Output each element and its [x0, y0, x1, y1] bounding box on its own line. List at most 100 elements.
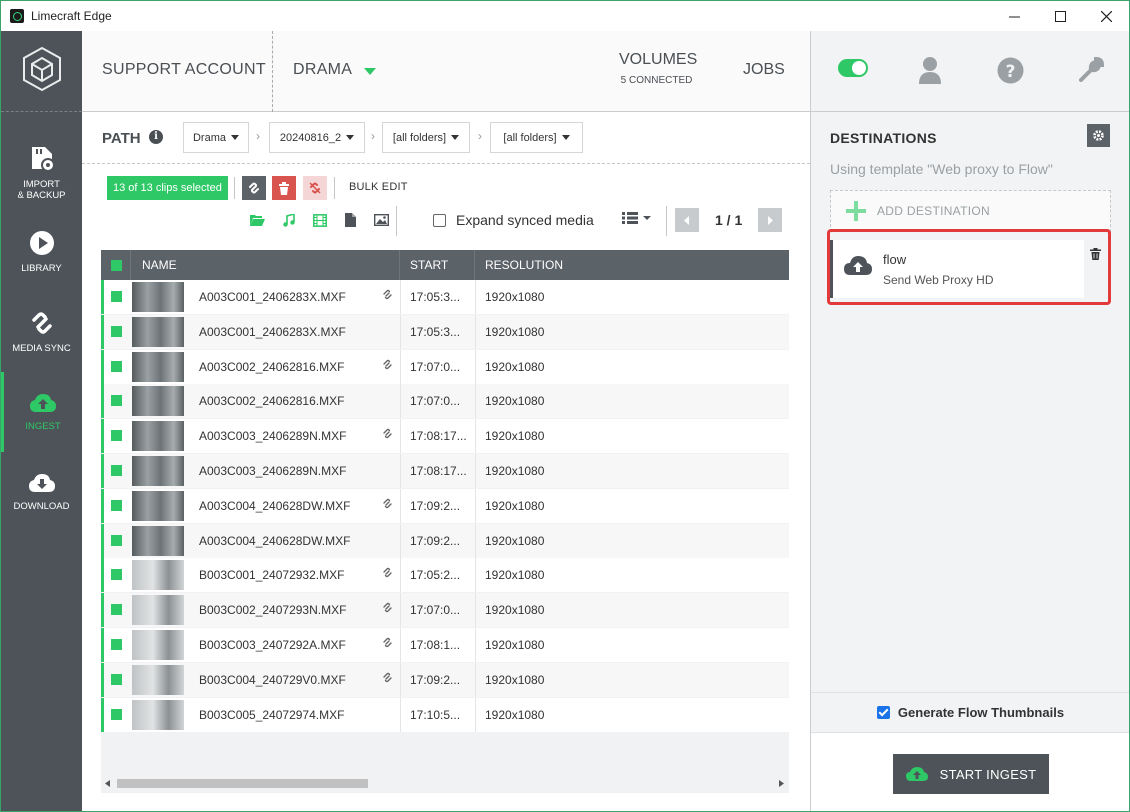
row-checkbox[interactable]: [111, 708, 122, 720]
next-page-button[interactable]: [758, 208, 782, 232]
toolbar-divider: [666, 206, 667, 236]
nav-label-media-sync: MEDIA SYNC: [12, 343, 71, 354]
filter-video[interactable]: [304, 211, 335, 229]
film-icon: [312, 213, 327, 227]
column-resolution[interactable]: RESOLUTION: [475, 250, 789, 280]
clip-resolution: 1920x1080: [485, 638, 545, 652]
start-ingest-area: START INGEST: [811, 732, 1129, 811]
nav-label-ingest: INGEST: [25, 421, 61, 432]
table-row[interactable]: A003C002_24062816.MXF 17:07:0... 1920x1080: [101, 349, 789, 384]
table-row[interactable]: B003C005_24072974.MXF 17:10:5... 1920x1080: [101, 697, 789, 732]
table-row[interactable]: B003C003_2407292A.MXF 17:08:1... 1920x1080: [101, 628, 789, 662]
scroll-thumb[interactable]: [117, 779, 368, 788]
link-clips-button[interactable]: [242, 176, 266, 200]
row-checkbox[interactable]: [111, 395, 122, 407]
horizontal-scrollbar[interactable]: [101, 776, 789, 790]
row-checkbox[interactable]: [111, 639, 122, 650]
row-checkbox[interactable]: [111, 325, 122, 337]
clip-name: B003C005_24072974.MXF: [199, 707, 345, 722]
nav-ingest[interactable]: INGEST: [1, 372, 82, 452]
filter-image[interactable]: [366, 211, 397, 229]
row-checkbox[interactable]: [111, 673, 122, 685]
chevron-down-icon[interactable]: [364, 68, 376, 75]
minimize-button[interactable]: [991, 1, 1037, 31]
help-icon[interactable]: ?: [997, 57, 1024, 84]
column-divider: [475, 314, 476, 349]
project-selector[interactable]: DRAMA: [293, 61, 352, 79]
column-name[interactable]: NAME: [131, 250, 400, 280]
row-checkbox[interactable]: [111, 360, 122, 372]
start-ingest-button[interactable]: START INGEST: [893, 754, 1049, 794]
delete-clips-button[interactable]: [272, 176, 296, 200]
filter-document[interactable]: [335, 211, 366, 229]
row-checkbox[interactable]: [111, 465, 122, 476]
clip-start: 17:10:5...: [410, 707, 461, 722]
link-icon: [382, 637, 393, 651]
table-row[interactable]: A003C004_240628DW.MXF 17:09:2... 1920x1080: [101, 523, 789, 558]
jobs-button[interactable]: JOBS: [743, 61, 785, 79]
nav-download[interactable]: DOWNLOAD: [1, 452, 82, 532]
column-start[interactable]: START: [400, 250, 475, 280]
unlink-clips-button[interactable]: [303, 176, 327, 200]
nav-label-download: DOWNLOAD: [13, 501, 70, 512]
table-row[interactable]: A003C003_2406289N.MXF 17:08:17... 1920x108…: [101, 454, 789, 488]
filter-audio[interactable]: [273, 211, 304, 229]
nav-media-sync[interactable]: MEDIA SYNC: [1, 292, 82, 372]
filter-folder[interactable]: [242, 211, 273, 229]
bulk-edit-button[interactable]: BULK EDIT: [349, 181, 408, 193]
user-icon[interactable]: [918, 56, 942, 84]
select-all-checkbox[interactable]: [111, 260, 122, 271]
nav-import-backup[interactable]: IMPORT & BACKUP: [1, 132, 82, 212]
generate-thumbnails-option[interactable]: Generate Flow Thumbnails: [811, 692, 1129, 732]
table-row[interactable]: A003C001_2406283X.MXF 17:05:3... 1920x1080: [101, 314, 789, 349]
table-row[interactable]: B003C002_2407293N.MXF 17:07:0... 1920x1080: [101, 593, 789, 628]
generate-thumbnails-checkbox[interactable]: [876, 706, 890, 719]
table-row[interactable]: A003C004_240628DW.MXF 17:09:2... 1920x1080: [101, 488, 789, 523]
column-divider: [400, 280, 401, 314]
wrench-icon[interactable]: [1077, 56, 1105, 84]
brand-logo[interactable]: [1, 31, 82, 112]
row-checkbox[interactable]: [111, 569, 122, 581]
clip-thumbnail: [132, 456, 184, 486]
table-row[interactable]: A003C003_2406289N.MXF 17:08:17... 1920x108…: [101, 419, 789, 454]
row-checkbox[interactable]: [111, 604, 122, 616]
destination-settings-button[interactable]: [1087, 124, 1110, 147]
table-row[interactable]: B003C001_24072932.MXF 17:05:2... 1920x1080: [101, 558, 789, 593]
online-toggle[interactable]: [838, 59, 868, 77]
app-logo-icon: [10, 9, 24, 23]
link-icon: [382, 498, 393, 512]
crumb-folder-2-label: [all folders]: [503, 131, 557, 144]
clip-start: 17:09:2...: [410, 533, 461, 548]
close-button[interactable]: [1083, 1, 1129, 31]
row-checkbox[interactable]: [111, 430, 122, 442]
clip-start: 17:08:17...: [410, 429, 467, 444]
crumb-folder-2[interactable]: [all folders]: [490, 122, 583, 153]
crumb-folder-1[interactable]: [all folders]: [382, 122, 470, 153]
info-icon[interactable]: i: [149, 130, 163, 144]
select-all-cell[interactable]: [101, 250, 131, 280]
clip-thumbnail: [132, 560, 184, 591]
table-row[interactable]: A003C002_24062816.MXF 17:07:0... 1920x1080: [101, 384, 789, 419]
crumb-volume[interactable]: 20240816_2: [269, 122, 365, 153]
crumb-project[interactable]: Drama: [183, 122, 249, 153]
table-row[interactable]: A003C001_2406283X.MXF 17:05:3... 1920x1080: [101, 280, 789, 314]
link-icon: [382, 359, 393, 373]
nav-label-library: LIBRARY: [21, 263, 62, 274]
selection-badge[interactable]: 13 of 13 clips selected: [107, 176, 228, 200]
cloud-download-icon: [28, 474, 55, 492]
account-selector[interactable]: SUPPORT ACCOUNT: [102, 61, 266, 79]
row-checkbox[interactable]: [111, 291, 122, 302]
expand-synced-checkbox[interactable]: [433, 213, 446, 227]
nav-library[interactable]: LIBRARY: [1, 212, 82, 292]
prev-page-button[interactable]: [675, 208, 699, 232]
row-checkbox[interactable]: [111, 534, 122, 546]
table-row[interactable]: B003C004_240729V0.MXF 17:09:2... 1920x1080: [101, 662, 789, 697]
maximize-button[interactable]: [1037, 1, 1083, 31]
view-mode-menu[interactable]: [622, 212, 652, 224]
clip-start: 17:05:3...: [410, 324, 461, 339]
add-destination-button[interactable]: ADD DESTINATION: [830, 190, 1111, 232]
volumes-button[interactable]: VOLUMES: [619, 51, 697, 69]
clip-thumbnail: [132, 490, 184, 521]
row-checkbox[interactable]: [111, 499, 122, 511]
expand-synced-media[interactable]: Expand synced media: [433, 212, 594, 228]
